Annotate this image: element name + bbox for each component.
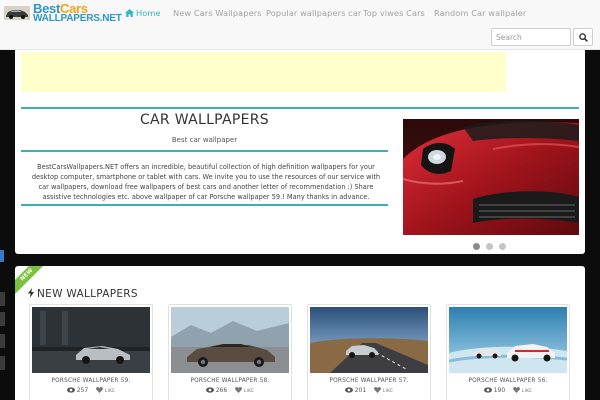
wallpaper-stats: 201 LIKE xyxy=(308,387,430,394)
wallpaper-thumbnail[interactable] xyxy=(310,307,428,373)
wallpaper-title: PORSCHE WALLPAPER 56. xyxy=(468,378,548,384)
eye-icon xyxy=(205,387,214,393)
heart-icon[interactable] xyxy=(512,387,520,393)
section-title: CAR WALLPAPERS xyxy=(139,112,269,128)
left-edge-tab[interactable] xyxy=(0,356,5,370)
heart-icon[interactable] xyxy=(95,387,103,393)
wallpaper-thumbnail[interactable] xyxy=(32,307,150,373)
view-count: 257 xyxy=(76,387,89,394)
porsche-boxster-image xyxy=(171,307,289,373)
wallpaper-stats: 266 LIKE xyxy=(169,387,291,394)
eye-icon xyxy=(66,387,75,393)
left-edge-tab[interactable] xyxy=(0,292,5,306)
like-label[interactable]: LIKE xyxy=(522,389,532,394)
eye-icon xyxy=(344,387,353,393)
wallpaper-stats: 190 LIKE xyxy=(447,387,569,394)
nav-random[interactable]: Random Car wallpaler xyxy=(434,8,526,18)
wallpaper-stats: 257 LIKE xyxy=(30,387,152,394)
slider-dot-2[interactable] xyxy=(486,243,493,250)
view-count: 190 xyxy=(493,387,506,394)
search-icon xyxy=(579,33,588,42)
eye-icon xyxy=(483,387,492,393)
left-edge-tab[interactable] xyxy=(0,312,5,326)
slider-dot-1[interactable] xyxy=(473,243,480,250)
bolt-icon xyxy=(28,288,34,298)
like-label[interactable]: LIKE xyxy=(105,389,115,394)
like-label[interactable]: LIKE xyxy=(244,389,254,394)
nav-home[interactable]: Home xyxy=(125,8,161,18)
nav-top-views[interactable]: Top viwes Cars xyxy=(363,8,425,18)
porsche-race-image xyxy=(449,307,567,373)
like-label[interactable]: LIKE xyxy=(383,389,393,394)
new-wallpapers-panel: NEW NEW WALLPAPERS PORSCHE WALLPAPER 59.… xyxy=(15,266,585,400)
view-count: 266 xyxy=(215,387,228,394)
divider xyxy=(21,150,388,152)
nav-new-cars[interactable]: New Cars Wallpapers xyxy=(173,8,262,18)
navbar: BestCars WALLPAPERS.NET Home New Cars Wa… xyxy=(0,0,600,50)
divider xyxy=(21,204,388,206)
wallpaper-thumbnail[interactable] xyxy=(449,307,567,373)
wallpaper-title: PORSCHE WALLPAPER 58. xyxy=(190,378,270,384)
logo-text-wallpapers: WALLPAPERS.NET xyxy=(33,13,122,24)
section-description: BestCarsWallpapers.NET offers an incredi… xyxy=(31,163,381,201)
wallpaper-thumbnail[interactable] xyxy=(171,307,289,373)
home-icon xyxy=(125,9,134,17)
nav-popular[interactable]: Popular wallpapers car xyxy=(266,8,361,18)
wallpaper-card[interactable]: PORSCHE WALLPAPER 58. 266 LIKE xyxy=(168,304,292,400)
porsche-road-image xyxy=(310,307,428,373)
intro-panel: CAR WALLPAPERS Best car wallpaper BestCa… xyxy=(15,44,585,254)
new-wallpapers-title: NEW WALLPAPERS xyxy=(37,288,138,300)
logo-car-icon xyxy=(4,6,30,20)
wallpaper-title: PORSCHE WALLPAPER 59. xyxy=(51,378,131,384)
porsche-garage-image xyxy=(32,307,150,373)
slider-dot-3[interactable] xyxy=(499,243,506,250)
left-edge-tab[interactable] xyxy=(0,334,5,348)
slider-image[interactable] xyxy=(403,119,579,235)
wallpaper-card[interactable]: PORSCHE WALLPAPER 57. 201 LIKE xyxy=(307,304,431,400)
wallpaper-card[interactable]: PORSCHE WALLPAPER 59. 257 LIKE xyxy=(29,304,153,400)
wallpaper-title: PORSCHE WALLPAPER 57. xyxy=(329,378,409,384)
divider xyxy=(21,107,579,109)
section-subtitle: Best car wallpaper xyxy=(171,136,238,144)
search-button[interactable] xyxy=(573,28,593,46)
new-wallpapers-heading: NEW WALLPAPERS xyxy=(28,288,138,300)
heart-icon[interactable] xyxy=(234,387,242,393)
wallpaper-card[interactable]: PORSCHE WALLPAPER 56. 190 LIKE xyxy=(446,304,570,400)
site-logo[interactable]: BestCars WALLPAPERS.NET xyxy=(4,2,122,38)
left-edge-marker xyxy=(0,250,4,262)
search-input[interactable] xyxy=(491,28,571,46)
red-car-image xyxy=(403,119,579,235)
heart-icon[interactable] xyxy=(373,387,381,393)
ad-banner[interactable] xyxy=(21,52,506,92)
nav-home-label: Home xyxy=(136,8,161,18)
view-count: 201 xyxy=(354,387,367,394)
